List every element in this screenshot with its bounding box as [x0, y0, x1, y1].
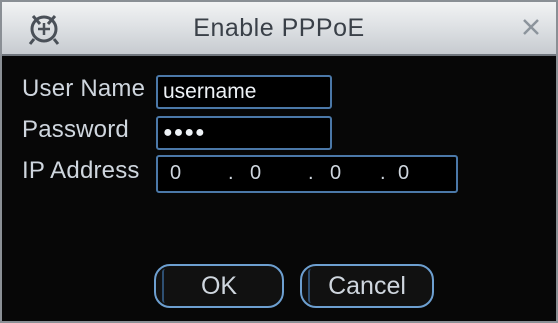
password-label: Password	[22, 116, 129, 143]
dvr-logo-icon	[28, 15, 60, 45]
username-field[interactable]: username	[156, 75, 332, 109]
ip-octet-4[interactable]: 0	[398, 162, 409, 185]
cancel-button-label: Cancel	[328, 271, 406, 300]
cancel-button[interactable]: Cancel	[300, 264, 434, 308]
pppoe-dialog: Enable PPPoE User Name username Password…	[0, 0, 558, 323]
password-field[interactable]: ●●●●	[156, 116, 332, 150]
username-value: username	[163, 80, 257, 103]
dialog-title: Enable PPPoE	[193, 14, 365, 42]
ip-octet-3[interactable]: 0	[330, 162, 341, 185]
password-value: ●●●●	[163, 124, 206, 141]
ip-separator: .	[228, 162, 234, 184]
username-label: User Name	[22, 75, 146, 102]
close-icon[interactable]	[520, 16, 542, 38]
ip-octet-2[interactable]: 0	[250, 162, 261, 185]
ip-octet-1[interactable]: 0	[170, 162, 181, 185]
ip-separator: .	[308, 162, 314, 184]
title-bar: Enable PPPoE	[2, 2, 556, 56]
ip-separator: .	[380, 162, 386, 184]
ip-address-field[interactable]: 0 . 0 . 0 . 0	[156, 155, 458, 193]
ok-button-label: OK	[200, 271, 238, 300]
ok-button[interactable]: OK	[154, 264, 284, 308]
ip-address-label: IP Address	[22, 157, 140, 184]
